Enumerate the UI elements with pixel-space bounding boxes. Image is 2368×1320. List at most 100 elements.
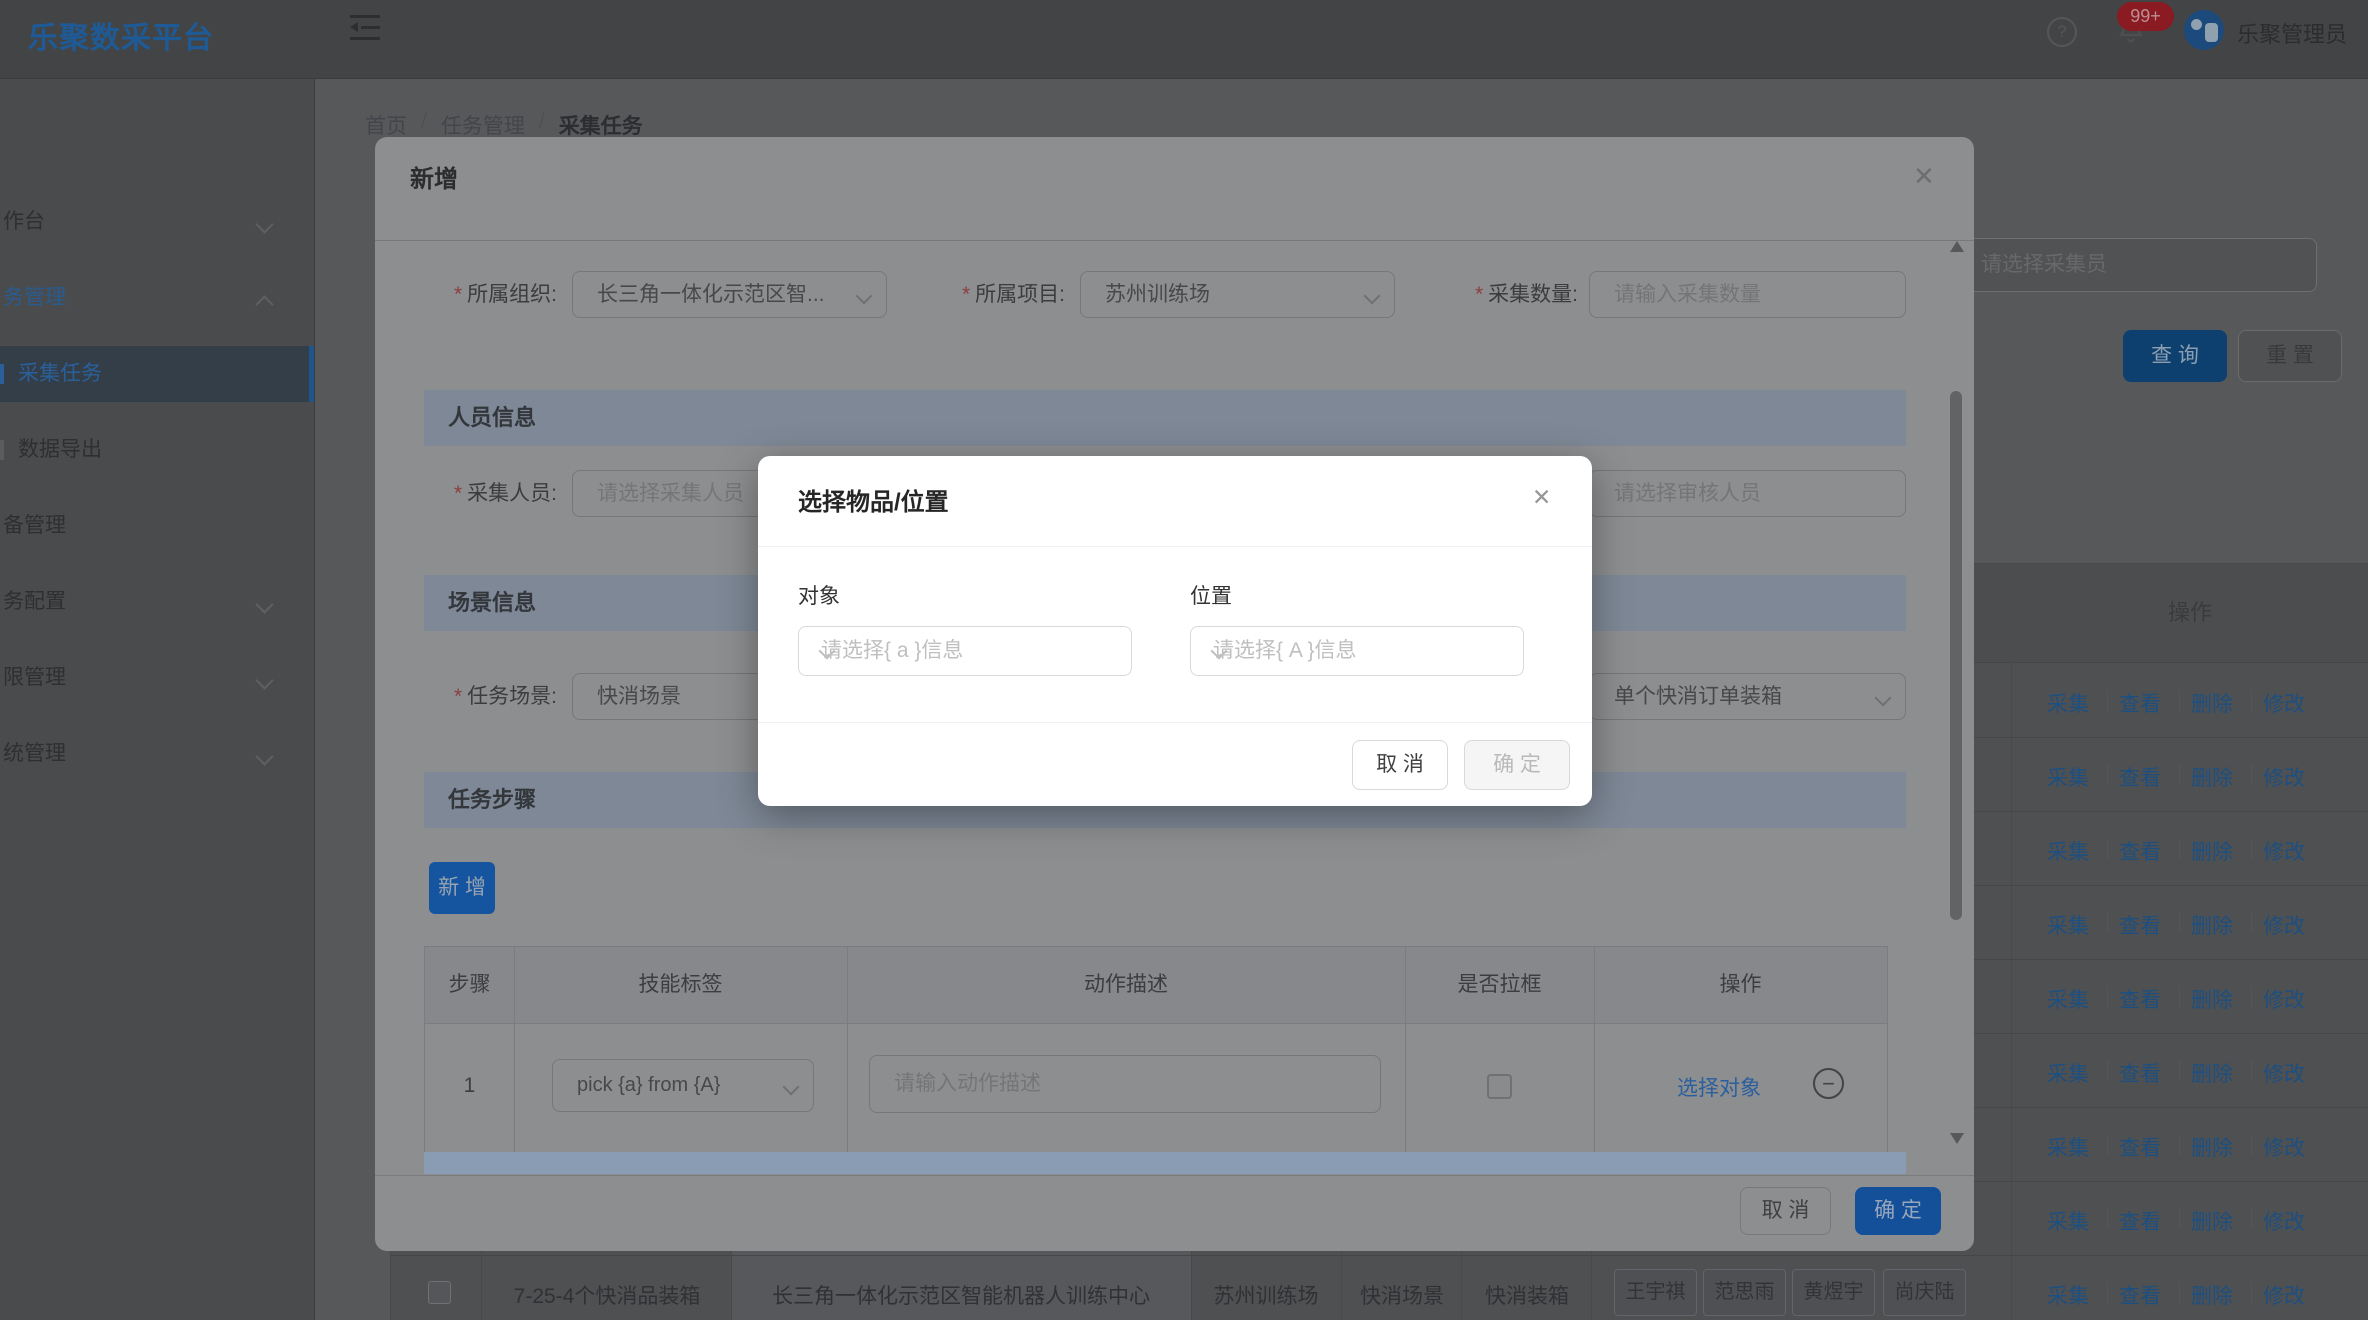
modal-ok-button[interactable]: 确 定 — [1855, 1187, 1941, 1235]
collect-link[interactable]: 采集 — [2047, 1280, 2089, 1310]
top-header: 乐聚数采平台 ? 99+ 乐聚管理员 — [0, 0, 2368, 79]
delete-link[interactable]: 删除 — [2191, 688, 2233, 718]
close-icon[interactable]: ✕ — [1532, 484, 1551, 511]
scroll-down-icon[interactable] — [1950, 1133, 1964, 1144]
sidebar-collapse-icon[interactable] — [350, 15, 380, 41]
delete-link[interactable]: 删除 — [2191, 910, 2233, 940]
edit-link[interactable]: 修改 — [2263, 1132, 2305, 1162]
picker-cancel-button[interactable]: 取 消 — [1352, 740, 1448, 790]
help-icon[interactable]: ? — [2047, 17, 2077, 47]
modal-cancel-button[interactable]: 取 消 — [1740, 1187, 1831, 1235]
pull-frame-checkbox[interactable] — [1487, 1074, 1512, 1099]
delete-link[interactable]: 删除 — [2191, 1132, 2233, 1162]
edit-link[interactable]: 修改 — [2263, 984, 2305, 1014]
collect-link[interactable]: 采集 — [2047, 1132, 2089, 1162]
delete-link[interactable]: 删除 — [2191, 762, 2233, 792]
view-link[interactable]: 查看 — [2119, 1058, 2161, 1088]
collect-link[interactable]: 采集 — [2047, 1206, 2089, 1236]
select-object-link[interactable]: 选择对象 — [1677, 1072, 1761, 1102]
object-select[interactable]: 请选择{ a }信息 — [798, 626, 1132, 676]
section-people: 人员信息 — [424, 390, 1906, 446]
sidebar-item-permission[interactable]: 限管理 — [0, 650, 314, 706]
action-desc-input[interactable]: 请输入动作描述 — [869, 1055, 1381, 1113]
scene-field-label: *任务场景: — [375, 673, 557, 720]
row-checkbox[interactable] — [428, 1281, 451, 1304]
scroll-up-icon[interactable] — [1950, 241, 1964, 252]
view-link[interactable]: 查看 — [2119, 836, 2161, 866]
reset-button[interactable]: 重 置 — [2238, 330, 2342, 382]
view-link[interactable]: 查看 — [2119, 910, 2161, 940]
step-index: 1 — [425, 1074, 514, 1098]
collect-link[interactable]: 采集 — [2047, 1058, 2089, 1088]
delete-link[interactable]: 删除 — [2191, 984, 2233, 1014]
edit-link[interactable]: 修改 — [2263, 836, 2305, 866]
view-link[interactable]: 查看 — [2119, 1206, 2161, 1236]
breadcrumb-home[interactable]: 首页 — [365, 110, 407, 140]
modal-scrollbar[interactable] — [1950, 391, 1962, 920]
sidebar-item-data-export[interactable]: 数据导出 — [0, 422, 314, 478]
view-link[interactable]: 查看 — [2119, 1132, 2161, 1162]
org-cell: 长三角一体化示范区智能机器人训练中心 — [736, 1280, 1186, 1310]
delete-link[interactable]: 删除 — [2191, 1280, 2233, 1310]
delete-link[interactable]: 删除 — [2191, 1206, 2233, 1236]
chevron-down-icon — [255, 747, 273, 765]
search-button[interactable]: 查 询 — [2123, 330, 2227, 382]
view-link[interactable]: 查看 — [2119, 688, 2161, 718]
edit-link[interactable]: 修改 — [2263, 688, 2305, 718]
collect-link[interactable]: 采集 — [2047, 688, 2089, 718]
edit-link[interactable]: 修改 — [2263, 1206, 2305, 1236]
item-location-picker-modal: 选择物品/位置 ✕ 对象 位置 请选择{ a }信息 请选择{ A }信息 取 … — [758, 456, 1592, 806]
box-cell: 快消装箱 — [1463, 1280, 1591, 1310]
sidebar-item-task-management[interactable]: 务管理 — [0, 270, 314, 326]
menu-icon — [0, 364, 4, 384]
edit-link[interactable]: 修改 — [2263, 762, 2305, 792]
delete-link[interactable]: 删除 — [2191, 836, 2233, 866]
delete-link[interactable]: 删除 — [2191, 1058, 2233, 1088]
skill-select[interactable]: pick {a} from {A} — [552, 1059, 814, 1112]
project-field-label: *所属项目: — [775, 271, 1065, 318]
app-root: 作台 务管理 采集任务 数据导出 备管理 务配置 限管理 统管理 — [0, 0, 2368, 1320]
view-link[interactable]: 查看 — [2119, 984, 2161, 1014]
sidebar-item-device-management[interactable]: 备管理 — [0, 498, 314, 554]
breadcrumb-task-management[interactable]: 任务管理 — [441, 110, 525, 140]
sidebar-item-collect-task[interactable]: 采集任务 — [0, 346, 314, 402]
edit-link[interactable]: 修改 — [2263, 910, 2305, 940]
chevron-down-icon — [255, 595, 273, 613]
table-row-bottom: 7-25-4个快消品装箱 长三角一体化示范区智能机器人训练中心 苏州训练场 快消… — [391, 1255, 2368, 1320]
picker-ok-button[interactable]: 确 定 — [1464, 740, 1570, 790]
view-link[interactable]: 查看 — [2119, 1280, 2161, 1310]
location-select[interactable]: 请选择{ A }信息 — [1190, 626, 1524, 676]
chevron-down-icon — [1875, 690, 1892, 707]
close-icon[interactable]: ✕ — [1913, 161, 1935, 192]
edit-link[interactable]: 修改 — [2263, 1058, 2305, 1088]
collect-link[interactable]: 采集 — [2047, 910, 2089, 940]
collector-field-label: *采集人员: — [375, 470, 557, 517]
sidebar-item-workbench[interactable]: 作台 — [0, 194, 314, 250]
collect-link[interactable]: 采集 — [2047, 836, 2089, 866]
view-link[interactable]: 查看 — [2119, 762, 2161, 792]
reviewer-input[interactable]: 请选择审核人员 — [1589, 470, 1906, 517]
selected-indicator — [309, 346, 314, 402]
user-name[interactable]: 乐聚管理员 — [2237, 17, 2347, 49]
collect-link[interactable]: 采集 — [2047, 762, 2089, 792]
person-tag: 王宇祺 — [1614, 1269, 1697, 1316]
collector-filter-input[interactable]: 请选择采集员 — [1960, 238, 2317, 292]
avatar[interactable] — [2184, 10, 2224, 50]
section-next-partial — [424, 1152, 1906, 1174]
collect-link[interactable]: 采集 — [2047, 984, 2089, 1014]
person-tag: 黄煜宇 — [1792, 1269, 1875, 1316]
scene-type-select[interactable]: 单个快消订单装箱 — [1589, 673, 1906, 720]
minus-circle-icon[interactable]: − — [1813, 1068, 1844, 1099]
ops-column-header: 操作 — [2011, 564, 2368, 662]
qty-input[interactable]: 请输入采集数量 — [1589, 271, 1906, 318]
edit-link[interactable]: 修改 — [2263, 1280, 2305, 1310]
sidebar-item-system[interactable]: 统管理 — [0, 726, 314, 782]
chevron-down-icon — [255, 215, 273, 233]
chevron-up-icon — [255, 295, 273, 313]
person-tag: 尚庆陆 — [1883, 1269, 1966, 1316]
sidebar-item-config[interactable]: 务配置 — [0, 574, 314, 630]
add-step-button[interactable]: 新 增 — [429, 862, 495, 914]
breadcrumb: 首页 / 任务管理 / 采集任务 — [365, 110, 643, 140]
step-row: 1 pick {a} from {A} 请输入动作描述 选择对象 − — [425, 1024, 1887, 1154]
chevron-down-icon — [783, 1079, 800, 1096]
